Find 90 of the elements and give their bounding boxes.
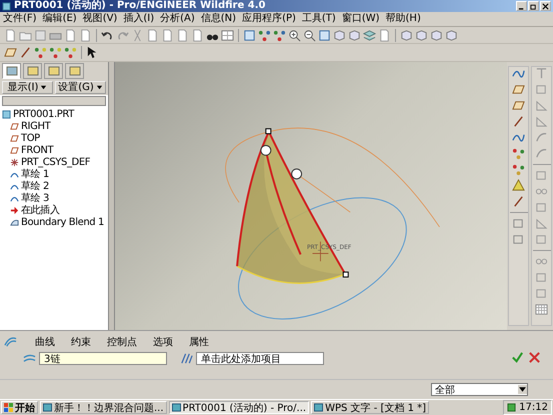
menu-item[interactable]: 工具(T) [302, 12, 336, 26]
tree-item[interactable]: RIGHT [21, 120, 50, 132]
square-icon[interactable] [535, 233, 548, 246]
tree-item[interactable]: 在此插入 [21, 203, 60, 218]
page-icon[interactable] [176, 28, 189, 42]
square-icon[interactable] [512, 233, 525, 246]
dashboard-tab[interactable]: 约束 [71, 335, 91, 350]
dashboard-tab[interactable]: 选项 [153, 335, 173, 350]
close-icon [542, 2, 549, 10]
tree-menu-button[interactable]: 显示(I) [2, 81, 53, 94]
square-icon[interactable] [512, 217, 525, 230]
tree-item[interactable]: FRONT [21, 144, 54, 156]
plane-icon[interactable] [4, 46, 17, 60]
window-icon [172, 403, 181, 412]
arrow-icon [10, 206, 19, 215]
tree-item[interactable]: TOP [21, 132, 40, 144]
collection-field[interactable]: 单击此处添加项目 [196, 352, 324, 366]
checkmark-icon[interactable] [511, 350, 524, 364]
lines-icon [180, 352, 193, 366]
clock: 17:12 [519, 402, 548, 413]
taskbar-button[interactable]: 新手！！边界混合问题... [40, 401, 167, 414]
window-icon [43, 403, 52, 412]
menu-item[interactable]: 分析(A) [160, 12, 195, 26]
tree-item[interactable]: 草绘 2 [21, 179, 49, 194]
close-button[interactable] [540, 1, 551, 11]
menu-item[interactable]: 帮助(H) [386, 12, 421, 26]
page-icon[interactable] [4, 28, 17, 42]
pointer-icon[interactable] [86, 46, 99, 60]
navigator-tab[interactable] [23, 63, 42, 80]
app-icon [2, 2, 11, 10]
curve-icon[interactable] [535, 147, 548, 160]
tree-item[interactable]: 草绘 3 [21, 191, 49, 206]
restore-button[interactable] [528, 1, 539, 11]
page-icon[interactable] [161, 28, 174, 42]
menu-item[interactable]: 文件(F) [3, 12, 37, 26]
square-icon[interactable] [535, 169, 548, 182]
menu-item[interactable]: 信息(N) [200, 12, 236, 26]
menu-item[interactable]: 应用程序(P) [242, 12, 296, 26]
navigator-tab[interactable] [2, 63, 21, 80]
menu-item[interactable]: 编辑(E) [42, 12, 77, 26]
tree-item[interactable]: PRT0001.PRT [13, 108, 74, 120]
triangle-icon[interactable] [535, 217, 548, 230]
taskbar-button[interactable]: WPS 文字 - [文档 1 *] [311, 401, 430, 414]
curve-icon[interactable] [535, 131, 548, 144]
menu-item[interactable]: 窗口(W) [342, 12, 380, 26]
collection-field[interactable]: 3链 [39, 352, 167, 366]
square-icon[interactable] [318, 28, 331, 42]
menu-item[interactable]: 插入(I) [123, 12, 154, 26]
square-icon[interactable] [535, 271, 548, 284]
tree-item[interactable]: 草绘 1 [21, 167, 49, 182]
page-icon[interactable] [64, 28, 77, 42]
plane-icon[interactable] [512, 83, 525, 96]
tray-icon[interactable] [507, 403, 516, 412]
window-title: PRT0001 (活动的) - Pro/ENGINEER Wildfire 4.0 [14, 0, 266, 12]
window-icon [314, 403, 324, 412]
square-icon[interactable] [535, 201, 548, 214]
triangle-icon[interactable] [535, 99, 548, 112]
tree-item[interactable]: PRT_CSYS_DEF [21, 156, 90, 168]
zoom-in-icon[interactable] [288, 28, 301, 42]
part-icon [2, 110, 11, 119]
square-icon[interactable] [243, 28, 256, 42]
caret-icon [96, 84, 103, 92]
square-icon[interactable] [535, 83, 548, 96]
navigator-tab[interactable] [44, 63, 63, 80]
dropdown-arrow-icon [518, 385, 527, 394]
close-icon[interactable] [528, 350, 541, 364]
windows-logo-icon [4, 403, 13, 412]
plane-icon[interactable] [512, 99, 525, 112]
minimize-button[interactable] [516, 1, 527, 11]
tree-item[interactable]: Boundary Blend 1 [21, 216, 104, 228]
dashboard-tab[interactable]: 曲线 [35, 335, 55, 350]
taskbar-button[interactable]: PRT0001 (活动的) - Pro/... [168, 401, 310, 414]
dashboard-tab[interactable]: 控制点 [107, 335, 137, 350]
triangle-icon[interactable] [512, 179, 525, 192]
menu-item[interactable]: 视图(V) [82, 12, 118, 26]
tree-menu-button[interactable]: 设置(G) [55, 81, 106, 94]
triangle-icon[interactable] [535, 115, 548, 128]
page-icon[interactable] [378, 28, 391, 42]
page-icon[interactable] [146, 28, 159, 42]
caret-icon [40, 84, 48, 92]
csys-icon [10, 158, 19, 167]
start-button[interactable]: 开始 [1, 401, 38, 414]
dashboard-tab[interactable]: 属性 [189, 335, 209, 350]
restore-icon [530, 2, 537, 10]
zoom-out-icon[interactable] [303, 28, 316, 42]
square-icon[interactable] [535, 287, 548, 300]
grid-icon[interactable] [535, 303, 548, 316]
layers-icon[interactable] [363, 28, 376, 42]
grid-icon[interactable] [221, 28, 234, 42]
filter-dropdown[interactable]: 全部 [431, 383, 528, 396]
